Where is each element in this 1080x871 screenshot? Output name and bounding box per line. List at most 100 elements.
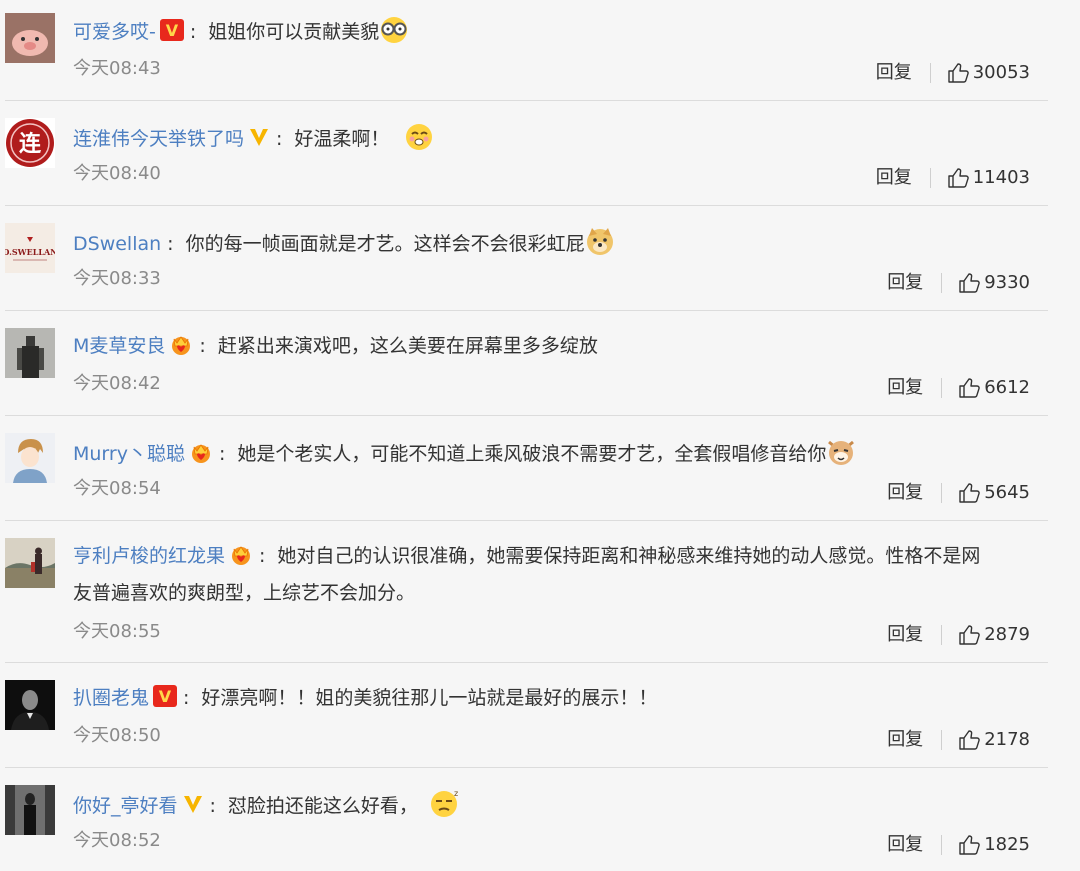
thumbs-up-icon [959,835,980,855]
svg-text:D.SWELLAN: D.SWELLAN [5,247,55,257]
avatar[interactable] [5,328,55,378]
doge-emoji [585,226,615,265]
thumbs-up-icon [959,625,980,645]
svg-text:V: V [166,21,179,40]
reply-button[interactable]: 回复 [887,481,923,505]
timestamp: 今天08:55 [73,621,161,642]
reply-button[interactable]: 回复 [876,61,912,85]
username[interactable]: 可爱多哎- [73,21,156,43]
colon: : [189,21,197,43]
comment-line: 扒圈老鬼 V: 好漂亮啊！！姐的美貌往那儿一站就是最好的展示！！ [73,683,1050,716]
comment-line: 亨利卢梭的红龙果: 她对自己的认识很准确，她需要保持距离和神秘感来维持她的动人感觉… [73,541,1050,574]
like-count: 9330 [984,272,1030,293]
colon: : [167,233,174,255]
like-button[interactable]: 2879 [958,623,1030,647]
timestamp: 今天08:43 [73,58,161,79]
comment-divider [5,415,1048,416]
colon: : [199,335,206,357]
reply-button[interactable]: 回复 [887,376,923,400]
vip-v-box-badge[interactable]: V [153,685,178,716]
timestamp: 今天08:40 [73,163,161,184]
like-button[interactable]: 6612 [958,376,1030,400]
svg-text:V: V [159,687,172,706]
blushing-face-emoji [403,121,435,160]
like-button[interactable]: 9330 [958,271,1030,295]
username[interactable]: Murry丶聪聪 [73,443,185,465]
like-button[interactable]: 5645 [958,481,1030,505]
timestamp: 今天08:50 [73,725,161,746]
avatar[interactable] [5,13,55,63]
comment-text: 怼脸拍还能这么好看， [227,795,418,817]
thumbs-up-icon [948,63,969,83]
comment-actions: 回复 5645 [887,481,1030,505]
comment-text: 姐姐你可以贡献美貌 [208,21,380,43]
username[interactable]: 你好_亭好看 [73,795,178,817]
avatar[interactable]: D.SWELLAN [5,223,55,273]
username[interactable]: 扒圈老鬼 [73,687,149,709]
avatar[interactable] [5,433,55,483]
crown-fan-badge[interactable] [169,333,193,364]
divider [941,483,943,503]
username[interactable]: M麦草安良 [73,335,165,357]
divider [941,625,943,645]
verified-v-badge[interactable] [182,793,204,824]
like-button[interactable]: 11403 [947,166,1030,190]
colon: : [259,545,266,567]
like-count: 5645 [984,482,1030,503]
like-button[interactable]: 2178 [958,728,1030,752]
timestamp: 今天08:42 [73,373,161,394]
comment-actions: 回复 1825 [887,833,1030,857]
comment-text: 她是个老实人，可能不知道上乘风破浪不需要才艺，全套假唱修音给你 [237,443,827,465]
timestamp: 今天08:52 [73,830,161,851]
username[interactable]: 连淮伟今天举铁了吗 [73,128,244,150]
like-button[interactable]: 30053 [947,61,1030,85]
comment-divider [5,662,1048,663]
comment-actions: 回复 9330 [887,271,1030,295]
reply-button[interactable]: 回复 [887,833,923,857]
username[interactable]: DSwellan [73,233,161,255]
crown-fan-badge[interactable] [189,441,213,472]
comment-line: Murry丶聪聪: 她是个老实人，可能不知道上乘风破浪不需要才艺，全套假唱修音给你 [73,436,1050,475]
divider [929,63,931,83]
divider [941,730,943,750]
comment-text: 赶紧出来演戏吧，这么美要在屏幕里多多绽放 [217,335,598,357]
timestamp: 今天08:54 [73,478,161,499]
comment-line: 连淮伟今天举铁了吗: 好温柔啊！ [73,121,1050,160]
cat-emoji [826,436,856,475]
thumbs-up-icon [959,273,980,293]
reply-button[interactable]: 回复 [876,166,912,190]
comment-actions: 回复 2879 [887,623,1030,647]
comment-divider [5,205,1048,206]
verified-v-badge[interactable] [248,126,270,157]
comment-line: DSwellan: 你的每一帧画面就是才艺。这样会不会很彩虹屁 [73,226,1050,265]
glasses-face-emoji [379,16,409,53]
divider [941,273,943,293]
avatar[interactable] [5,538,55,588]
avatar[interactable]: 连 [5,118,55,168]
comment-text: 你的每一帧画面就是才艺。这样会不会很彩虹屁 [185,233,585,255]
reply-button[interactable]: 回复 [887,623,923,647]
avatar[interactable] [5,680,55,730]
thumbs-up-icon [959,378,980,398]
username[interactable]: 亨利卢梭的红龙果 [73,545,225,567]
vip-v-box-badge[interactable]: V [159,19,184,50]
comment-list: 可爱多哎- V: 姐姐你可以贡献美貌 今天08:43 回复 30053 连 连淮伟今… [0,0,1080,871]
reply-button[interactable]: 回复 [887,728,923,752]
comment-text: 友普遍喜欢的爽朗型，上综艺不会加分。 [73,582,416,604]
like-count: 2879 [984,624,1030,645]
divider [941,378,943,398]
avatar[interactable] [5,785,55,835]
svg-text:z: z [454,789,458,798]
colon: : [209,795,216,817]
comment-divider [5,520,1048,521]
comment-actions: 回复 30053 [876,61,1030,85]
like-count: 6612 [984,377,1030,398]
reply-button[interactable]: 回复 [887,271,923,295]
sleepy-face-emoji: z [428,788,460,827]
like-button[interactable]: 1825 [958,833,1030,857]
comment-line: 可爱多哎- V: 姐姐你可以贡献美貌 [73,16,1050,53]
thumbs-up-icon [959,483,980,503]
crown-fan-badge[interactable] [229,543,253,574]
colon: : [276,128,283,150]
colon: : [183,687,190,709]
